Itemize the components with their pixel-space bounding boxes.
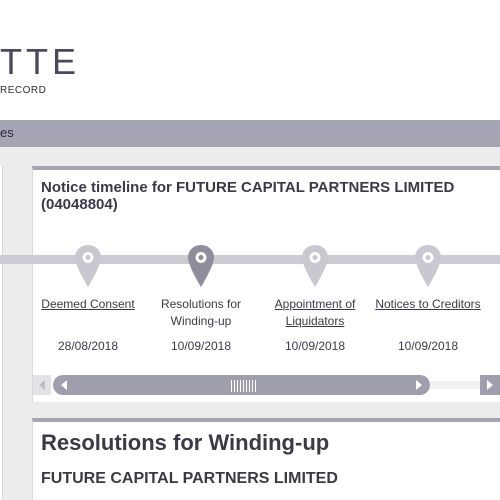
scrollbar-thumb[interactable] — [53, 375, 430, 395]
event-label-link[interactable]: Notices to Creditors — [373, 296, 483, 313]
event-label-current: Resolutions for Winding-up — [160, 297, 242, 328]
event-label-link[interactable]: Deemed Consent — [33, 296, 143, 313]
triangle-left-icon — [61, 380, 67, 390]
map-pin-icon — [415, 245, 441, 287]
nav-item-partial[interactable]: es — [0, 125, 14, 140]
notice-detail-card: Resolutions for Winding-up FUTURE CAPITA… — [32, 418, 500, 500]
scrollbar-track[interactable] — [430, 381, 480, 389]
timeline-heading: Notice timeline for FUTURE CAPITAL PARTN… — [41, 179, 455, 213]
event-date: 10/09/2018 — [284, 339, 346, 353]
triangle-left-icon — [39, 380, 45, 390]
grip-lines-icon — [231, 379, 259, 392]
scroll-right-button[interactable] — [480, 375, 500, 395]
site-logo-subtitle: RECORD — [0, 85, 47, 96]
triangle-right-icon — [487, 380, 493, 390]
event-date: 10/09/2018 — [397, 339, 459, 353]
event-date: 28/08/2018 — [57, 339, 119, 353]
map-pin-icon — [75, 245, 101, 287]
scroll-left-button[interactable] — [33, 375, 51, 395]
site-logo-title[interactable]: TTE — [0, 42, 80, 82]
company-name: FUTURE CAPITAL PARTNERS LIMITED — [41, 470, 338, 487]
map-pin-icon — [188, 245, 214, 287]
triangle-right-icon — [416, 380, 422, 390]
event-label-link[interactable]: Appointment of Liquidators — [260, 296, 370, 330]
notice-title: Resolutions for Winding-up — [41, 430, 330, 455]
map-pin-icon — [302, 245, 328, 287]
event-date: 10/09/2018 — [170, 339, 232, 353]
left-panel-edge — [0, 166, 3, 500]
timeline-scrollbar[interactable] — [33, 375, 500, 395]
main-navbar: es — [0, 120, 500, 147]
site-header: TTE RECORD — [0, 0, 500, 120]
